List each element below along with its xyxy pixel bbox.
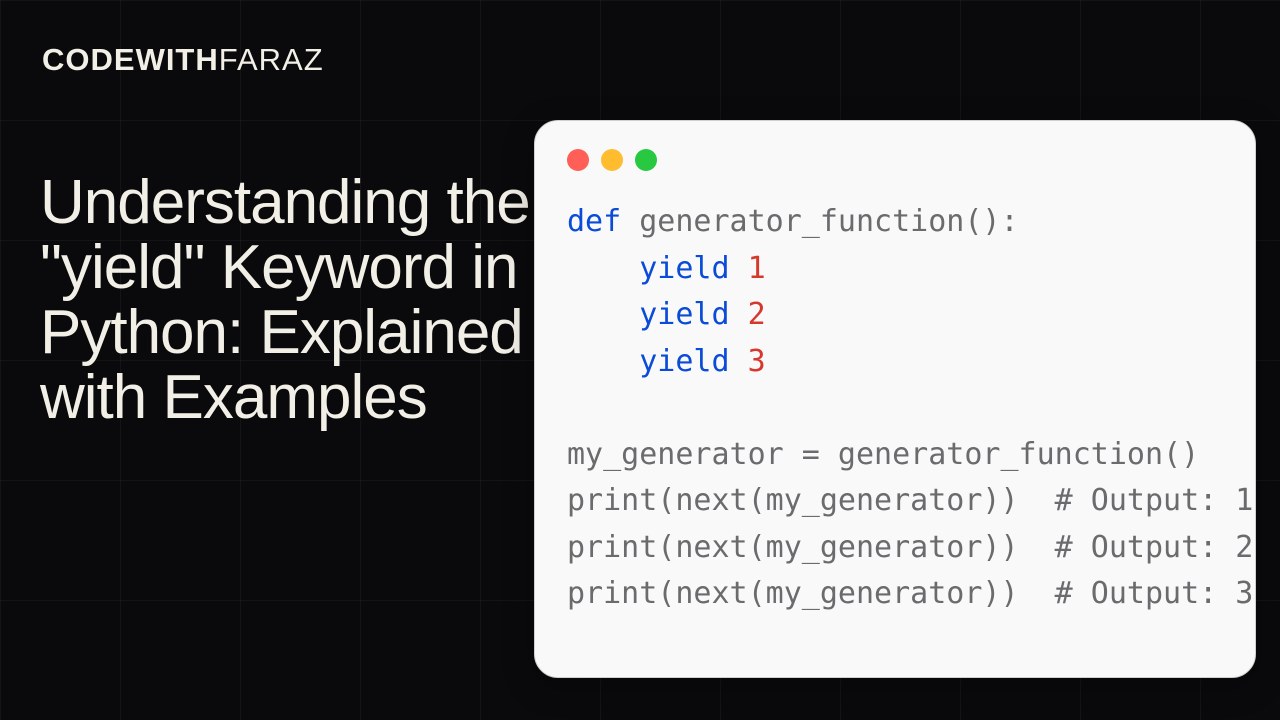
brand-light: FARAZ [219, 42, 324, 77]
print-line: print(next(my_generator)) [567, 483, 1055, 518]
brand-logo: CODEWITHFARAZ [42, 42, 324, 78]
code-block: def generator_function(): yield 1 yield … [567, 199, 1223, 618]
assign-line: my_generator = generator_function() [567, 437, 1199, 472]
fn-decl: generator_function(): [621, 204, 1018, 239]
code-window: def generator_function(): yield 1 yield … [534, 120, 1256, 678]
print-line: print(next(my_generator)) [567, 530, 1055, 565]
page-title: Understanding the "yield" Keyword in Pyt… [40, 170, 600, 430]
indent [567, 297, 639, 332]
comment: # Output: 1 [1055, 483, 1254, 518]
comment: # Output: 3 [1055, 576, 1254, 611]
comment: # Output: 2 [1055, 530, 1254, 565]
minimize-icon [601, 149, 623, 171]
brand-bold: CODEWITH [42, 42, 219, 77]
keyword-yield: yield [639, 344, 729, 379]
sp [730, 251, 748, 286]
indent [567, 344, 639, 379]
keyword-def: def [567, 204, 621, 239]
sp [730, 297, 748, 332]
maximize-icon [635, 149, 657, 171]
window-controls [567, 149, 1223, 171]
keyword-yield: yield [639, 297, 729, 332]
number-3: 3 [748, 344, 766, 379]
close-icon [567, 149, 589, 171]
sp [730, 344, 748, 379]
indent [567, 251, 639, 286]
print-line: print(next(my_generator)) [567, 576, 1055, 611]
keyword-yield: yield [639, 251, 729, 286]
number-1: 1 [748, 251, 766, 286]
number-2: 2 [748, 297, 766, 332]
